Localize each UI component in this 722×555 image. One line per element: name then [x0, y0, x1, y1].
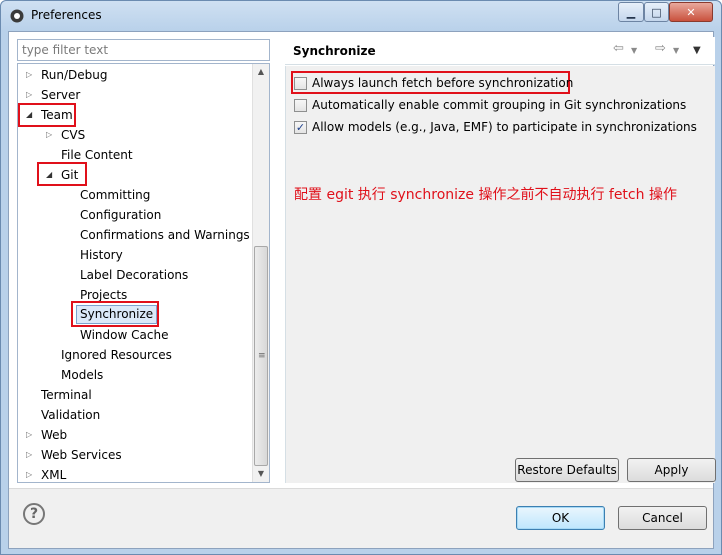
tree-item-label: Terminal — [41, 388, 92, 402]
checkbox-label: Allow models (e.g., Java, EMF) to partic… — [312, 120, 697, 134]
grip-icon: ≡ — [258, 351, 266, 361]
view-menu-icon[interactable]: ▼ — [693, 45, 701, 56]
tree-item-synchronize[interactable]: Synchronize — [76, 305, 158, 324]
checkbox-checked-icon[interactable]: ✓ — [294, 120, 307, 134]
tree-item-label: Synchronize — [80, 307, 154, 321]
tree-item-label: Validation — [41, 408, 101, 422]
window-title: Preferences — [31, 8, 102, 22]
help-icon[interactable]: ? — [23, 503, 45, 525]
tree-item-models[interactable]: Models — [61, 365, 103, 385]
tree-item-label: Git — [61, 168, 79, 182]
auto-commit-grouping-checkbox[interactable]: Automatically enable commit grouping in … — [294, 96, 686, 114]
tree-item-label: Team — [41, 108, 73, 122]
page-header: Synchronize ⇦ ▼ ⇨ ▼ ▼ — [285, 37, 715, 65]
checkbox-label: Automatically enable commit grouping in … — [312, 98, 687, 112]
checkbox-label: Always launch fetch before synchronizati… — [312, 76, 574, 90]
tree-item-window-cache[interactable]: Window Cache — [80, 325, 168, 345]
minimize-icon: ▁ — [626, 5, 636, 19]
tree-item-label: Projects — [80, 288, 128, 302]
dialog-button-bar: ? OK Cancel — [9, 489, 713, 548]
maximize-icon: □ — [651, 5, 662, 19]
annotation-note: 配置 egit 执行 synchronize 操作之前不自动执行 fetch 操… — [294, 187, 677, 203]
tree-item-label: Window Cache — [80, 328, 169, 342]
tree-item-label: Models — [61, 368, 104, 382]
expand-arrow-icon[interactable]: ▷ — [26, 445, 32, 465]
ok-button[interactable]: OK — [516, 506, 605, 530]
preferences-window: Preferences ▁ □ ✕ type filter text ▷ Run… — [0, 0, 722, 555]
tree-item-configuration[interactable]: Configuration — [80, 205, 161, 225]
scrollbar-thumb[interactable]: ≡ — [254, 246, 268, 466]
tree-item-validation[interactable]: Validation — [41, 405, 100, 425]
preferences-app-icon — [10, 9, 24, 23]
forward-arrow-icon[interactable]: ⇨ — [655, 41, 666, 56]
expand-arrow-icon[interactable]: ▷ — [26, 85, 32, 105]
checkbox-unchecked-icon[interactable] — [294, 76, 307, 90]
tree-item-label: Confirmations and Warnings — [80, 228, 250, 242]
minimize-button[interactable]: ▁ — [618, 2, 644, 22]
collapse-arrow-icon[interactable]: ◢ — [26, 105, 32, 125]
forward-menu-chevron-icon[interactable]: ▼ — [673, 46, 679, 55]
expand-arrow-icon[interactable]: ▷ — [26, 465, 32, 482]
tree-item-history[interactable]: History — [80, 245, 123, 265]
scroll-down-arrow-icon[interactable]: ▼ — [253, 466, 269, 482]
cancel-button[interactable]: Cancel — [618, 506, 707, 530]
expand-arrow-icon[interactable]: ▷ — [26, 65, 32, 85]
collapse-arrow-icon[interactable]: ◢ — [46, 165, 52, 185]
tree-item-label-decorations[interactable]: Label Decorations — [80, 265, 188, 285]
maximize-button[interactable]: □ — [644, 2, 669, 22]
tree-item-label: File Content — [61, 148, 133, 162]
tree-item-ignored-resources[interactable]: Ignored Resources — [61, 345, 172, 365]
tree-item-label: Web — [41, 428, 68, 442]
preference-page: Synchronize ⇦ ▼ ⇨ ▼ ▼ Always launch fetc… — [285, 37, 716, 483]
close-button[interactable]: ✕ — [669, 2, 713, 22]
back-arrow-icon[interactable]: ⇦ — [613, 41, 624, 56]
page-body: Always launch fetch before synchronizati… — [285, 66, 716, 483]
always-launch-fetch-checkbox[interactable]: Always launch fetch before synchronizati… — [294, 74, 573, 92]
tree-item-label: Label Decorations — [80, 268, 189, 282]
tree-item-label: History — [80, 248, 123, 262]
restore-defaults-button[interactable]: Restore Defaults — [515, 458, 619, 482]
tree-item-label: XML — [41, 468, 67, 482]
preference-tree: ▷ Run/Debug ▷ Server ◢ Team ▷ CVS File C… — [17, 63, 270, 483]
expand-arrow-icon[interactable]: ▷ — [46, 125, 52, 145]
tree-item-confirmations-warnings[interactable]: Confirmations and Warnings — [80, 225, 250, 245]
tree-item-terminal[interactable]: Terminal — [41, 385, 92, 405]
allow-models-checkbox[interactable]: ✓ Allow models (e.g., Java, EMF) to part… — [294, 118, 697, 136]
tree-item-label: Web Services — [41, 448, 122, 462]
back-menu-chevron-icon[interactable]: ▼ — [631, 46, 637, 55]
tree-item-label: CVS — [61, 128, 86, 142]
tree-item-label: Committing — [80, 188, 151, 202]
expand-arrow-icon[interactable]: ▷ — [26, 425, 32, 445]
tree-item-label: Server — [41, 88, 81, 102]
title-bar[interactable]: Preferences ▁ □ ✕ — [1, 1, 721, 31]
filter-input[interactable]: type filter text — [17, 39, 270, 61]
checkbox-unchecked-icon[interactable] — [294, 98, 307, 112]
dialog-client-area: type filter text ▷ Run/Debug ▷ Server ◢ … — [8, 31, 716, 549]
page-title: Synchronize — [293, 44, 376, 58]
scroll-up-arrow-icon[interactable]: ▲ — [253, 64, 269, 80]
tree-item-label: Ignored Resources — [61, 348, 172, 362]
apply-button[interactable]: Apply — [627, 458, 716, 482]
tree-item-committing[interactable]: Committing — [80, 185, 150, 205]
tree-scrollbar[interactable]: ▲ ≡ ▼ — [252, 64, 269, 482]
tree-item-label: Configuration — [80, 208, 162, 222]
close-icon: ✕ — [686, 5, 696, 19]
tree-item-label: Run/Debug — [41, 68, 108, 82]
